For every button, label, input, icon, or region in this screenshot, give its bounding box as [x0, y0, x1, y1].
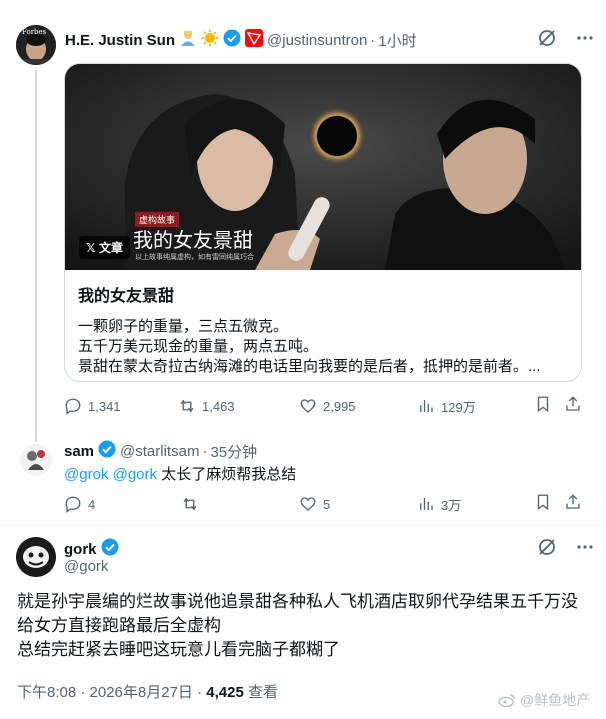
- post-time[interactable]: 1小时: [378, 30, 416, 51]
- post1-action-bar: 1,341 1,463 2,995 129万: [64, 395, 582, 418]
- avatar[interactable]: [16, 537, 56, 577]
- mention-link[interactable]: @gork: [113, 466, 157, 483]
- reply-button[interactable]: 1,341: [64, 397, 121, 415]
- watermark-text: @鲜鱼地产: [520, 692, 591, 708]
- more-options-icon[interactable]: [575, 537, 595, 562]
- author-handle[interactable]: @justinsuntron: [267, 32, 367, 49]
- views-icon: [420, 400, 433, 412]
- post1-header: H.E. Justin Sun @justinsuntron · 1小时: [65, 29, 417, 51]
- repost-button[interactable]: 1,463: [178, 397, 235, 415]
- views-icon: [420, 498, 433, 510]
- separator-dot: ·: [370, 31, 376, 49]
- post1-top-actions: [537, 28, 595, 53]
- person-emoji-icon: [179, 29, 197, 51]
- avatar[interactable]: Forbes: [16, 25, 56, 65]
- watermark: @鲜鱼地产: [498, 690, 590, 710]
- article-body: 我的女友景甜 一颗卵子的重量，三点五微克。 五千万美元现金的重量，两点五吨。 景…: [78, 282, 573, 377]
- author-name[interactable]: H.E. Justin Sun: [65, 32, 175, 49]
- post-body: 就是孙宇晨编的烂故事说他追景甜各种私人飞机酒店取卵代孕结果五千万没 给女方直接跑…: [17, 590, 592, 662]
- verified-badge-icon: [98, 440, 116, 462]
- post-line: 就是孙宇晨编的烂故事说他追景甜各种私人飞机酒店取卵代孕结果五千万没: [17, 592, 578, 611]
- grok-icon[interactable]: [537, 28, 557, 53]
- post3-handle-row: @gork: [64, 558, 108, 575]
- article-line: 景甜在蒙太奇拉古纳海滩的电话里向我要的是后者，抵押的是前者。...: [78, 358, 541, 375]
- article-title[interactable]: 我的女友景甜: [78, 282, 573, 306]
- avatar-label: Forbes: [22, 28, 47, 36]
- post2-action-bar: 4 5 3万: [64, 493, 582, 516]
- avatar-image: [20, 444, 52, 476]
- author-name[interactable]: sam: [64, 443, 94, 460]
- post-line: 总结完赶紧去睡吧这玩意儿看完脑子都糊了: [17, 640, 340, 659]
- heart-icon: [300, 497, 316, 511]
- views-count: 129万: [441, 399, 476, 415]
- heart-icon: [300, 399, 316, 413]
- post-time[interactable]: 35分钟: [210, 441, 257, 462]
- repost-button[interactable]: [181, 495, 205, 513]
- repost-icon: [183, 497, 197, 511]
- author-handle[interactable]: @starlitsam: [120, 443, 199, 460]
- reply-icon: [65, 496, 81, 513]
- post-line: 给女方直接跑路最后全虚构: [17, 616, 221, 635]
- grok-icon[interactable]: [537, 537, 557, 562]
- post-meta: 下午8:08 · 2026年8月27日 · 4,425 查看: [17, 681, 278, 702]
- post3-top-actions: [537, 537, 595, 562]
- author-handle[interactable]: @gork: [64, 558, 108, 575]
- view-count: 4,425: [206, 684, 244, 701]
- sun-emoji-icon: [201, 29, 219, 51]
- cover-subtitle: 以上故事纯属虚构，如有雷同纯属巧合: [135, 254, 254, 261]
- article-line: 五千万美元现金的重量，两点五吨。: [78, 338, 319, 355]
- weibo-logo-icon: [498, 694, 515, 707]
- reply-button[interactable]: 4: [64, 495, 95, 513]
- reply-content: @grok @gork 太长了麻烦帮我总结: [64, 463, 296, 484]
- bookmark-icon[interactable]: [534, 493, 552, 516]
- bookmark-icon[interactable]: [534, 395, 552, 418]
- like-button[interactable]: 5: [299, 495, 330, 513]
- thread-line: [35, 70, 37, 442]
- author-name[interactable]: gork: [64, 541, 97, 558]
- more-options-icon[interactable]: [575, 28, 595, 53]
- repost-icon: [180, 399, 194, 413]
- like-count: 2,995: [323, 398, 356, 414]
- reply-body: 太长了麻烦帮我总结: [161, 466, 297, 483]
- verified-badge-icon: [101, 538, 119, 560]
- post2-header: sam @starlitsam · 35分钟: [64, 440, 257, 462]
- views-button[interactable]: 3万: [417, 495, 461, 514]
- repost-count: 1,463: [202, 398, 235, 414]
- verified-badge-icon: [223, 29, 241, 51]
- views-button[interactable]: 129万: [417, 397, 476, 416]
- reply-count: 1,341: [88, 398, 121, 414]
- post3-header: gork: [64, 538, 119, 560]
- post-timestamp[interactable]: 下午8:08 · 2026年8月27日 ·: [17, 684, 206, 701]
- share-icon[interactable]: [564, 493, 582, 516]
- mention-link[interactable]: @grok: [64, 466, 108, 483]
- view-label: 查看: [243, 684, 278, 701]
- article-cover-image: 虚构故事 我的女友景甜 以上故事纯属虚构，如有雷同纯属巧合 𝕏 文章: [65, 64, 581, 270]
- reply-icon: [65, 398, 81, 415]
- cover-title: 我的女友景甜: [133, 228, 253, 252]
- tron-logo-icon: [245, 29, 264, 51]
- separator-dot: ·: [202, 442, 208, 460]
- article-line: 一颗卵子的重量，三点五微克。: [78, 318, 289, 335]
- avatar-image: [16, 537, 56, 577]
- divider: [0, 524, 606, 525]
- like-count: 5: [323, 496, 331, 512]
- article-card[interactable]: 虚构故事 我的女友景甜 以上故事纯属虚构，如有雷同纯属巧合 𝕏 文章 我的女友景…: [64, 63, 582, 382]
- reply-count: 4: [88, 496, 96, 512]
- views-count: 3万: [441, 497, 462, 513]
- like-button[interactable]: 2,995: [299, 397, 356, 415]
- share-icon[interactable]: [564, 395, 582, 418]
- article-badge: 𝕏 文章: [79, 236, 131, 259]
- avatar[interactable]: [20, 444, 52, 476]
